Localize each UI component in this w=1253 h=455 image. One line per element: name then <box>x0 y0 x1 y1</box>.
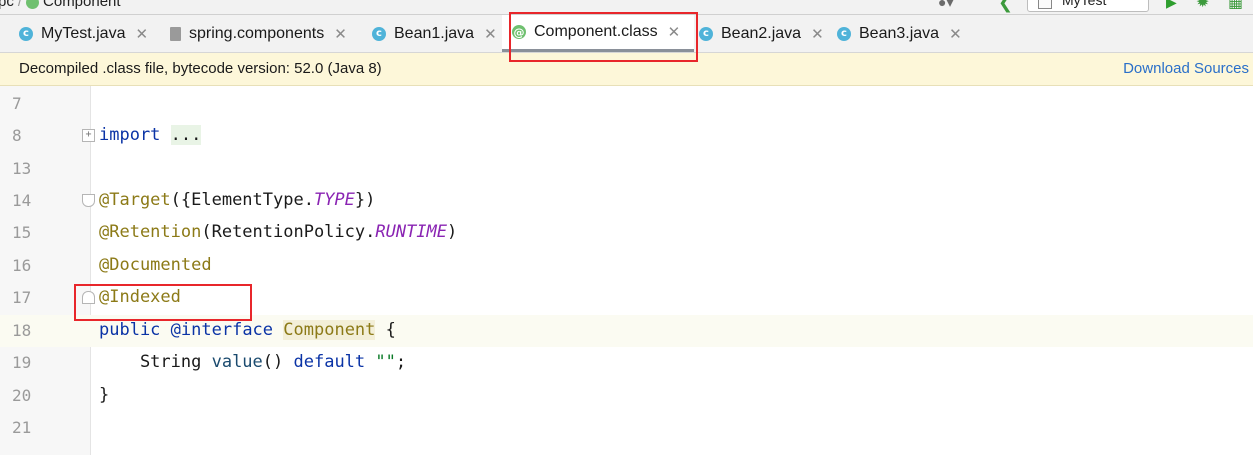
tab-bean3[interactable]: c Bean3.java ✕ <box>837 15 962 52</box>
class-icon: c <box>699 26 713 41</box>
tab-spring-components[interactable]: spring.components ✕ <box>170 15 347 52</box>
code-line: 16 @Documented <box>0 250 1253 282</box>
line-number: 17 <box>12 288 32 307</box>
code-line: 21 <box>0 412 1253 444</box>
tab-label: Bean1.java <box>394 24 475 42</box>
tab-component-class[interactable]: @ Component.class ✕ <box>502 15 695 52</box>
tab-label: MyTest.java <box>41 24 126 42</box>
download-sources-link[interactable]: Download Sources <box>1123 60 1249 77</box>
debug-icon[interactable]: ✹ <box>1196 0 1209 12</box>
code-line: 15 @Retention(RetentionPolicy.RUNTIME) <box>0 217 1253 249</box>
line-number: 19 <box>12 353 32 372</box>
tab-label: Bean2.java <box>721 24 802 42</box>
tab-label: Component.class <box>534 23 658 40</box>
line-number: 20 <box>12 386 32 405</box>
code-text: import ... <box>99 125 202 145</box>
annotation-icon: @ <box>512 25 526 39</box>
code-text: String value() default ""; <box>99 352 407 372</box>
code-line: 19 String value() default ""; <box>0 347 1253 379</box>
line-number: 7 <box>12 94 22 113</box>
file-icon <box>1038 0 1052 9</box>
tab-label: spring.components <box>189 24 325 42</box>
editor-tabs: c MyTest.java ✕ spring.components ✕ c Be… <box>0 15 1253 53</box>
line-number: 8 <box>12 126 22 145</box>
chevron-down-icon: ▼ <box>1129 0 1140 3</box>
decompiled-notice-banner: Decompiled .class file, bytecode version… <box>0 53 1253 86</box>
code-line: 7 <box>0 88 1253 120</box>
code-text: } <box>99 385 110 405</box>
tab-mytest[interactable]: c MyTest.java ✕ <box>19 15 148 52</box>
line-number: 15 <box>12 223 32 242</box>
file-icon <box>170 26 181 41</box>
code-line: 14 @Target({ElementType.TYPE}) <box>0 185 1253 217</box>
line-number: 18 <box>12 321 32 340</box>
code-editor[interactable]: 7 8 + import ... 13 14 @Target({ElementT… <box>0 86 1253 455</box>
code-line: 20 } <box>0 380 1253 412</box>
tab-bean1[interactable]: c Bean1.java ✕ <box>372 15 497 52</box>
class-icon: c <box>19 26 33 41</box>
breadcrumb-separator: / <box>17 0 23 10</box>
code-line: 17 @Indexed <box>0 282 1253 314</box>
line-number: 16 <box>12 256 32 275</box>
tab-label: Bean3.java <box>859 24 940 42</box>
close-icon[interactable]: ✕ <box>135 25 148 43</box>
run-configuration-label: MyTest <box>1062 0 1107 8</box>
fold-expand-icon[interactable]: + <box>82 129 95 142</box>
close-icon[interactable]: ✕ <box>668 23 681 41</box>
breadcrumb-current[interactable]: Component <box>43 0 121 10</box>
run-configuration-select[interactable]: MyTest ▼ <box>1027 0 1149 12</box>
close-icon[interactable]: ✕ <box>484 25 497 43</box>
navigation-bar: pc/ Component ●▾ ❮ MyTest ▼ ▶ ✹ ▦ <box>0 0 1253 15</box>
line-number: 13 <box>12 159 32 178</box>
close-icon[interactable]: ✕ <box>811 25 824 43</box>
code-line-current: 18 public @interface Component { <box>0 315 1253 347</box>
class-icon: c <box>372 26 386 41</box>
coverage-icon[interactable]: ▦ <box>1228 0 1243 12</box>
breadcrumb-parent[interactable]: pc <box>0 0 14 10</box>
back-arrow-icon[interactable]: ❮ <box>998 0 1013 13</box>
tab-bean2[interactable]: c Bean2.java ✕ <box>699 15 824 52</box>
run-icon[interactable]: ▶ <box>1166 0 1177 11</box>
fold-collapse-icon[interactable] <box>82 194 95 207</box>
code-text: public @interface Component { <box>99 320 396 340</box>
code-text: @Documented <box>99 255 212 275</box>
class-icon: c <box>837 26 851 41</box>
breadcrumb: pc/ Component <box>0 0 121 10</box>
code-text: @Indexed <box>99 287 181 307</box>
folded-imports[interactable]: ... <box>170 125 202 145</box>
user-icon[interactable]: ●▾ <box>938 0 956 10</box>
close-icon[interactable]: ✕ <box>949 25 962 43</box>
fold-collapse-icon[interactable] <box>82 291 95 304</box>
banner-message: Decompiled .class file, bytecode version… <box>19 60 382 77</box>
code-line: 8 + import ... <box>0 120 1253 152</box>
line-number: 21 <box>12 418 32 437</box>
code-text: @Retention(RetentionPolicy.RUNTIME) <box>99 222 458 242</box>
code-text: @Target({ElementType.TYPE}) <box>99 190 376 210</box>
code-line: 13 <box>0 153 1253 185</box>
close-icon[interactable]: ✕ <box>334 25 347 43</box>
line-number: 14 <box>12 191 32 210</box>
annotation-icon <box>26 0 40 9</box>
